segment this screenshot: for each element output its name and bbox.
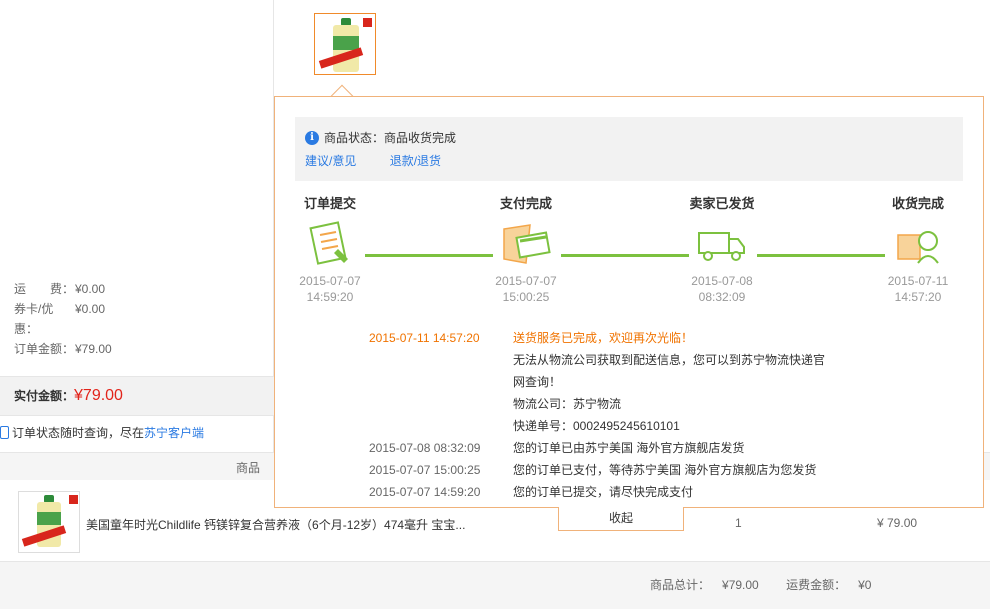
list-item: 物流公司：苏宁物流 [513, 397, 622, 411]
bottle-image [333, 18, 359, 72]
fee-value: ¥79.00 [75, 342, 112, 356]
fee-value: ¥0.00 [75, 282, 106, 296]
truck-icon [696, 219, 748, 267]
fee-label: 订单金额： [14, 342, 75, 356]
order-tracking-panel: i 商品状态： 商品收货完成 建议/意见 退款/退货 订单提交 2015-07-0 [274, 96, 984, 508]
list-item: 2015-07-08 08:32:09 您的订单已由苏宁美国 海外官方旗舰店发货 [369, 441, 745, 455]
fee-row-shipping: 运 费： ¥0.00 [14, 279, 112, 299]
paid-amount-box: 实付金额：¥79.00 [0, 376, 274, 416]
product-price: ¥ 79.00 [877, 516, 918, 530]
product-thumbnail-selected[interactable] [314, 13, 376, 75]
tracking-log: 2015-07-11 14:57:20 送货服务已完成，欢迎再次光临！ 无法从物… [369, 327, 969, 503]
product-name-link[interactable]: 美国童年时光Childlife 钙镁锌复合营养液（6个月-12岁）474毫升 宝… [86, 516, 476, 533]
shipping-total-value: ¥0 [858, 578, 872, 592]
list-item: 快递单号：0002495245610101 [513, 419, 680, 433]
product-quantity: 1 [735, 516, 742, 530]
fee-row-coupon: 券卡/优惠： ¥0.00 [14, 299, 112, 339]
step-order-submitted: 订单提交 2015-07-07 14:59:20 [299, 196, 361, 304]
fee-label: 券卡/优惠： [14, 302, 54, 336]
goods-total-label: 商品总计： [650, 578, 711, 592]
shipping-total-label: 运费金额： [786, 578, 847, 592]
list-item: 网查询！ [513, 375, 562, 389]
status-value: 商品收货完成 [384, 131, 457, 145]
step-seller-shipped: 卖家已发货 2015-07-08 08:32:09 [689, 196, 755, 304]
step-received: 收货完成 2015-07-11 14:57:20 [887, 196, 949, 304]
paid-label: 实付金额： [14, 389, 75, 403]
progress-connector [757, 254, 885, 257]
fee-row-order-amount: 订单金额： ¥79.00 [14, 339, 112, 359]
tip-text: 订单状态随时查询，尽在 [12, 426, 145, 440]
delivery-person-icon [892, 219, 944, 267]
phone-icon [0, 426, 9, 439]
progress-connector [561, 254, 689, 257]
card-icon [500, 219, 552, 267]
fee-value: ¥0.00 [75, 302, 106, 316]
fee-list: 运 费： ¥0.00 券卡/优惠： ¥0.00 订单金额： ¥79.00 [14, 279, 112, 359]
status-box: i 商品状态： 商品收货完成 建议/意见 退款/退货 [295, 117, 963, 181]
list-item: 2015-07-11 14:57:20 送货服务已完成，欢迎再次光临！ [369, 331, 694, 345]
list-item: 2015-07-07 15:00:25 您的订单已支付，等待苏宁美国 海外官方旗… [369, 463, 817, 477]
info-icon: i [305, 130, 319, 145]
app-tip: 订单状态随时查询，尽在 苏宁客户端 [0, 424, 204, 441]
status-label: 商品状态： [324, 131, 385, 145]
list-item: 无法从物流公司获取到配送信息，您可以到苏宁物流快递官 [513, 353, 826, 367]
document-icon [304, 219, 356, 267]
order-progress: 订单提交 2015-07-07 14:59:20 支付完成 2015-07-07… [295, 193, 965, 313]
collapse-button[interactable]: 收起 [558, 507, 684, 531]
paid-value: ¥79.00 [74, 387, 123, 404]
progress-connector [365, 254, 493, 257]
order-totals-bar: 商品总计： ¥79.00 运费金额： ¥0 [0, 562, 990, 609]
list-item: 2015-07-07 14:59:20 您的订单已提交，请尽快完成支付 [369, 485, 694, 499]
feedback-link[interactable]: 建议/意见 [305, 154, 356, 168]
goods-total-value: ¥79.00 [722, 578, 759, 592]
column-header-product: 商品 [236, 461, 261, 475]
app-link[interactable]: 苏宁客户端 [144, 424, 204, 441]
fee-label: 运 费： [14, 282, 75, 296]
refund-link[interactable]: 退款/退货 [390, 154, 441, 168]
step-payment-complete: 支付完成 2015-07-07 15:00:25 [495, 196, 557, 304]
product-image[interactable] [18, 491, 80, 553]
